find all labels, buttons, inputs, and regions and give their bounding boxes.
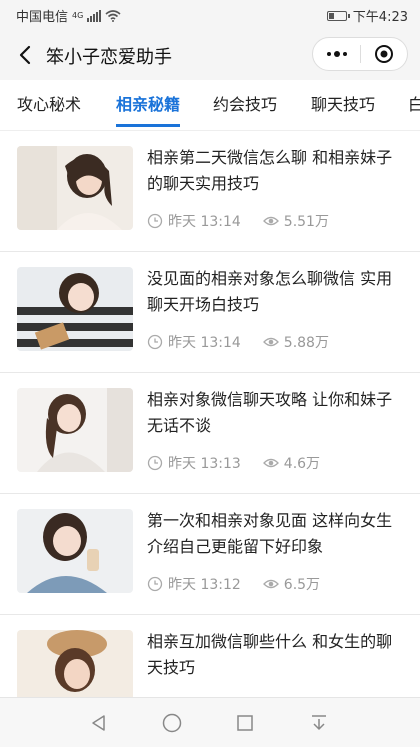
target-close-icon xyxy=(374,45,393,63)
eye-icon xyxy=(262,213,279,229)
network-type: 4G xyxy=(72,11,84,20)
article-views: 6.5万 xyxy=(262,574,321,594)
back-button[interactable] xyxy=(12,42,38,68)
clock-icon xyxy=(147,576,163,592)
article-title: 相亲对象微信聊天攻略 让你和妹子无话不谈 xyxy=(147,390,393,435)
article-view-count: 4.6万 xyxy=(283,456,321,472)
article-meta: 昨天 13:13 4.6万 xyxy=(147,453,320,473)
article-title: 相亲互加微信聊些什么 和女生的聊天技巧 xyxy=(147,632,393,677)
chevron-left-icon xyxy=(19,45,31,65)
clock-time: 下午4:23 xyxy=(352,10,408,25)
article-meta: 昨天 13:14 5.51万 xyxy=(147,211,329,231)
clock-icon xyxy=(147,455,163,471)
article-view-count: 5.51万 xyxy=(283,214,329,230)
status-left: 中国电信 4G xyxy=(16,6,121,25)
article-thumbnail xyxy=(17,146,133,230)
article-views: 5.51万 xyxy=(262,211,329,231)
article-view-count: 6.5万 xyxy=(283,577,321,593)
tab-gongxin[interactable]: 攻心秘术 xyxy=(17,80,81,130)
triangle-back-icon xyxy=(92,715,105,731)
more-dots-icon xyxy=(326,51,347,57)
article-thumbnail xyxy=(17,267,133,351)
article-thumbnail xyxy=(17,388,133,472)
clock-icon xyxy=(147,334,163,350)
article-time: 昨天 13:12 xyxy=(168,577,241,593)
wifi-icon xyxy=(105,9,121,22)
article-meta: 昨天 13:12 6.5万 xyxy=(147,574,320,594)
circle-home-icon xyxy=(162,713,182,733)
system-recent-button[interactable] xyxy=(232,710,258,736)
eye-icon xyxy=(262,334,279,350)
article-view-count: 5.88万 xyxy=(283,335,329,351)
article-views: 4.6万 xyxy=(262,453,321,473)
status-right: 下午4:23 xyxy=(326,6,408,25)
system-download-button[interactable] xyxy=(306,710,332,736)
article-views: 5.88万 xyxy=(262,332,329,352)
article-title: 没见面的相亲对象怎么聊微信 实用聊天开场白技巧 xyxy=(147,269,393,314)
nav-bar: 笨小子恋爱助手 xyxy=(0,30,420,80)
article-title: 相亲第二天微信怎么聊 和相亲妹子的聊天实用技巧 xyxy=(147,148,393,193)
tab-xiangqin[interactable]: 相亲秘籍 xyxy=(116,80,181,130)
signal-icon xyxy=(87,9,102,22)
square-recent-icon xyxy=(237,715,253,731)
status-bar: 中国电信 4G 下午4:23 xyxy=(0,0,420,30)
more-button[interactable] xyxy=(313,37,360,71)
carrier-label: 中国电信 xyxy=(16,10,69,25)
system-back-button[interactable] xyxy=(86,710,112,736)
article-thumbnail xyxy=(17,509,133,593)
list-item[interactable]: 相亲第二天微信怎么聊 和相亲妹子的聊天实用技巧 昨天 13:14 5.51万 xyxy=(0,131,420,252)
article-time: 昨天 13:13 xyxy=(168,456,241,472)
tab-partial[interactable]: 白 xyxy=(408,80,420,130)
close-button[interactable] xyxy=(361,37,407,71)
article-time: 昨天 13:14 xyxy=(168,335,241,351)
article-meta: 昨天 13:14 5.88万 xyxy=(147,332,329,352)
clock-icon xyxy=(147,213,163,229)
article-list: 相亲第二天微信怎么聊 和相亲妹子的聊天实用技巧 昨天 13:14 5.51万 没… xyxy=(0,131,420,697)
page-title: 笨小子恋爱助手 xyxy=(46,47,172,68)
list-item[interactable]: 相亲互加微信聊些什么 和女生的聊天技巧 xyxy=(0,615,420,697)
article-thumbnail xyxy=(17,630,133,697)
tab-liaotian[interactable]: 聊天技巧 xyxy=(311,80,375,130)
battery-icon xyxy=(326,10,350,21)
eye-icon xyxy=(262,455,279,471)
category-tabs: 攻心秘术 相亲秘籍 约会技巧 聊天技巧 白 xyxy=(0,80,420,130)
system-nav-bar xyxy=(0,697,420,747)
article-title: 第一次和相亲对象见面 这样向女生介绍自己更能留下好印象 xyxy=(147,511,393,556)
system-home-button[interactable] xyxy=(159,710,185,736)
tab-yuehui[interactable]: 约会技巧 xyxy=(213,80,277,130)
eye-icon xyxy=(262,576,279,592)
download-arrow-icon xyxy=(312,715,326,730)
mini-program-capsule xyxy=(312,37,408,71)
list-item[interactable]: 没见面的相亲对象怎么聊微信 实用聊天开场白技巧 昨天 13:14 5.88万 xyxy=(0,252,420,373)
article-time: 昨天 13:14 xyxy=(168,214,241,230)
list-item[interactable]: 第一次和相亲对象见面 这样向女生介绍自己更能留下好印象 昨天 13:12 6.5… xyxy=(0,494,420,615)
list-item[interactable]: 相亲对象微信聊天攻略 让你和妹子无话不谈 昨天 13:13 4.6万 xyxy=(0,373,420,494)
